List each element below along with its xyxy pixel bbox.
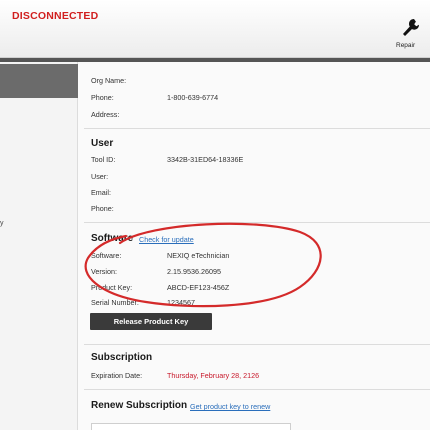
- renew-key-input-box: [91, 423, 291, 430]
- get-product-key-link[interactable]: Get product key to renew: [190, 402, 270, 411]
- sidebar: y: [0, 62, 78, 430]
- sidebar-item-label[interactable]: y: [0, 220, 4, 227]
- user-label: User:: [91, 172, 109, 181]
- product-key-label: Product Key:: [91, 283, 133, 292]
- release-product-key-button[interactable]: Release Product Key: [90, 313, 212, 330]
- check-for-update-link[interactable]: Check for update: [139, 235, 194, 244]
- software-name-label: Software:: [91, 251, 122, 260]
- org-name-label: Org Name:: [91, 76, 127, 85]
- main-panel: Org Name: Phone: 1-800-639-6774 Address:…: [78, 62, 430, 430]
- wrench-icon: [403, 19, 419, 36]
- section-divider: [84, 344, 430, 345]
- version-label: Version:: [91, 267, 117, 276]
- section-divider: [84, 389, 430, 390]
- section-divider: [84, 222, 430, 223]
- repair-tool-button[interactable]: Repair: [396, 18, 430, 54]
- expiration-date-value: Thursday, February 28, 2126: [167, 371, 260, 380]
- email-label: Email:: [91, 188, 111, 197]
- software-name-value: NEXIQ eTechnician: [167, 251, 230, 260]
- serial-number-label: Serial Number:: [91, 298, 139, 307]
- tool-id-value: 3342B-31ED64-18336E: [167, 155, 244, 164]
- software-section-title: Software: [91, 233, 134, 244]
- top-bar: DISCONNECTED Repair: [0, 0, 430, 58]
- sidebar-item-active[interactable]: [0, 64, 78, 98]
- renew-section-title: Renew Subscription: [91, 400, 188, 411]
- org-phone-label: Phone:: [91, 93, 114, 102]
- version-value: 2.15.9536.26095: [167, 267, 221, 276]
- repair-label: Repair: [396, 42, 416, 49]
- expiration-date-label: Expiration Date:: [91, 371, 143, 380]
- product-key-value: ABCD-EF123-456Z: [167, 283, 230, 292]
- subscription-section-title: Subscription: [91, 352, 153, 363]
- org-phone-value: 1-800-639-6774: [167, 93, 219, 102]
- org-address-label: Address:: [91, 110, 120, 119]
- connection-status: DISCONNECTED: [12, 10, 99, 22]
- user-section-title: User: [91, 138, 114, 149]
- serial-number-value: 1234567: [167, 298, 195, 307]
- section-divider: [84, 128, 430, 129]
- tool-id-label: Tool ID:: [91, 155, 116, 164]
- user-phone-label: Phone:: [91, 204, 114, 213]
